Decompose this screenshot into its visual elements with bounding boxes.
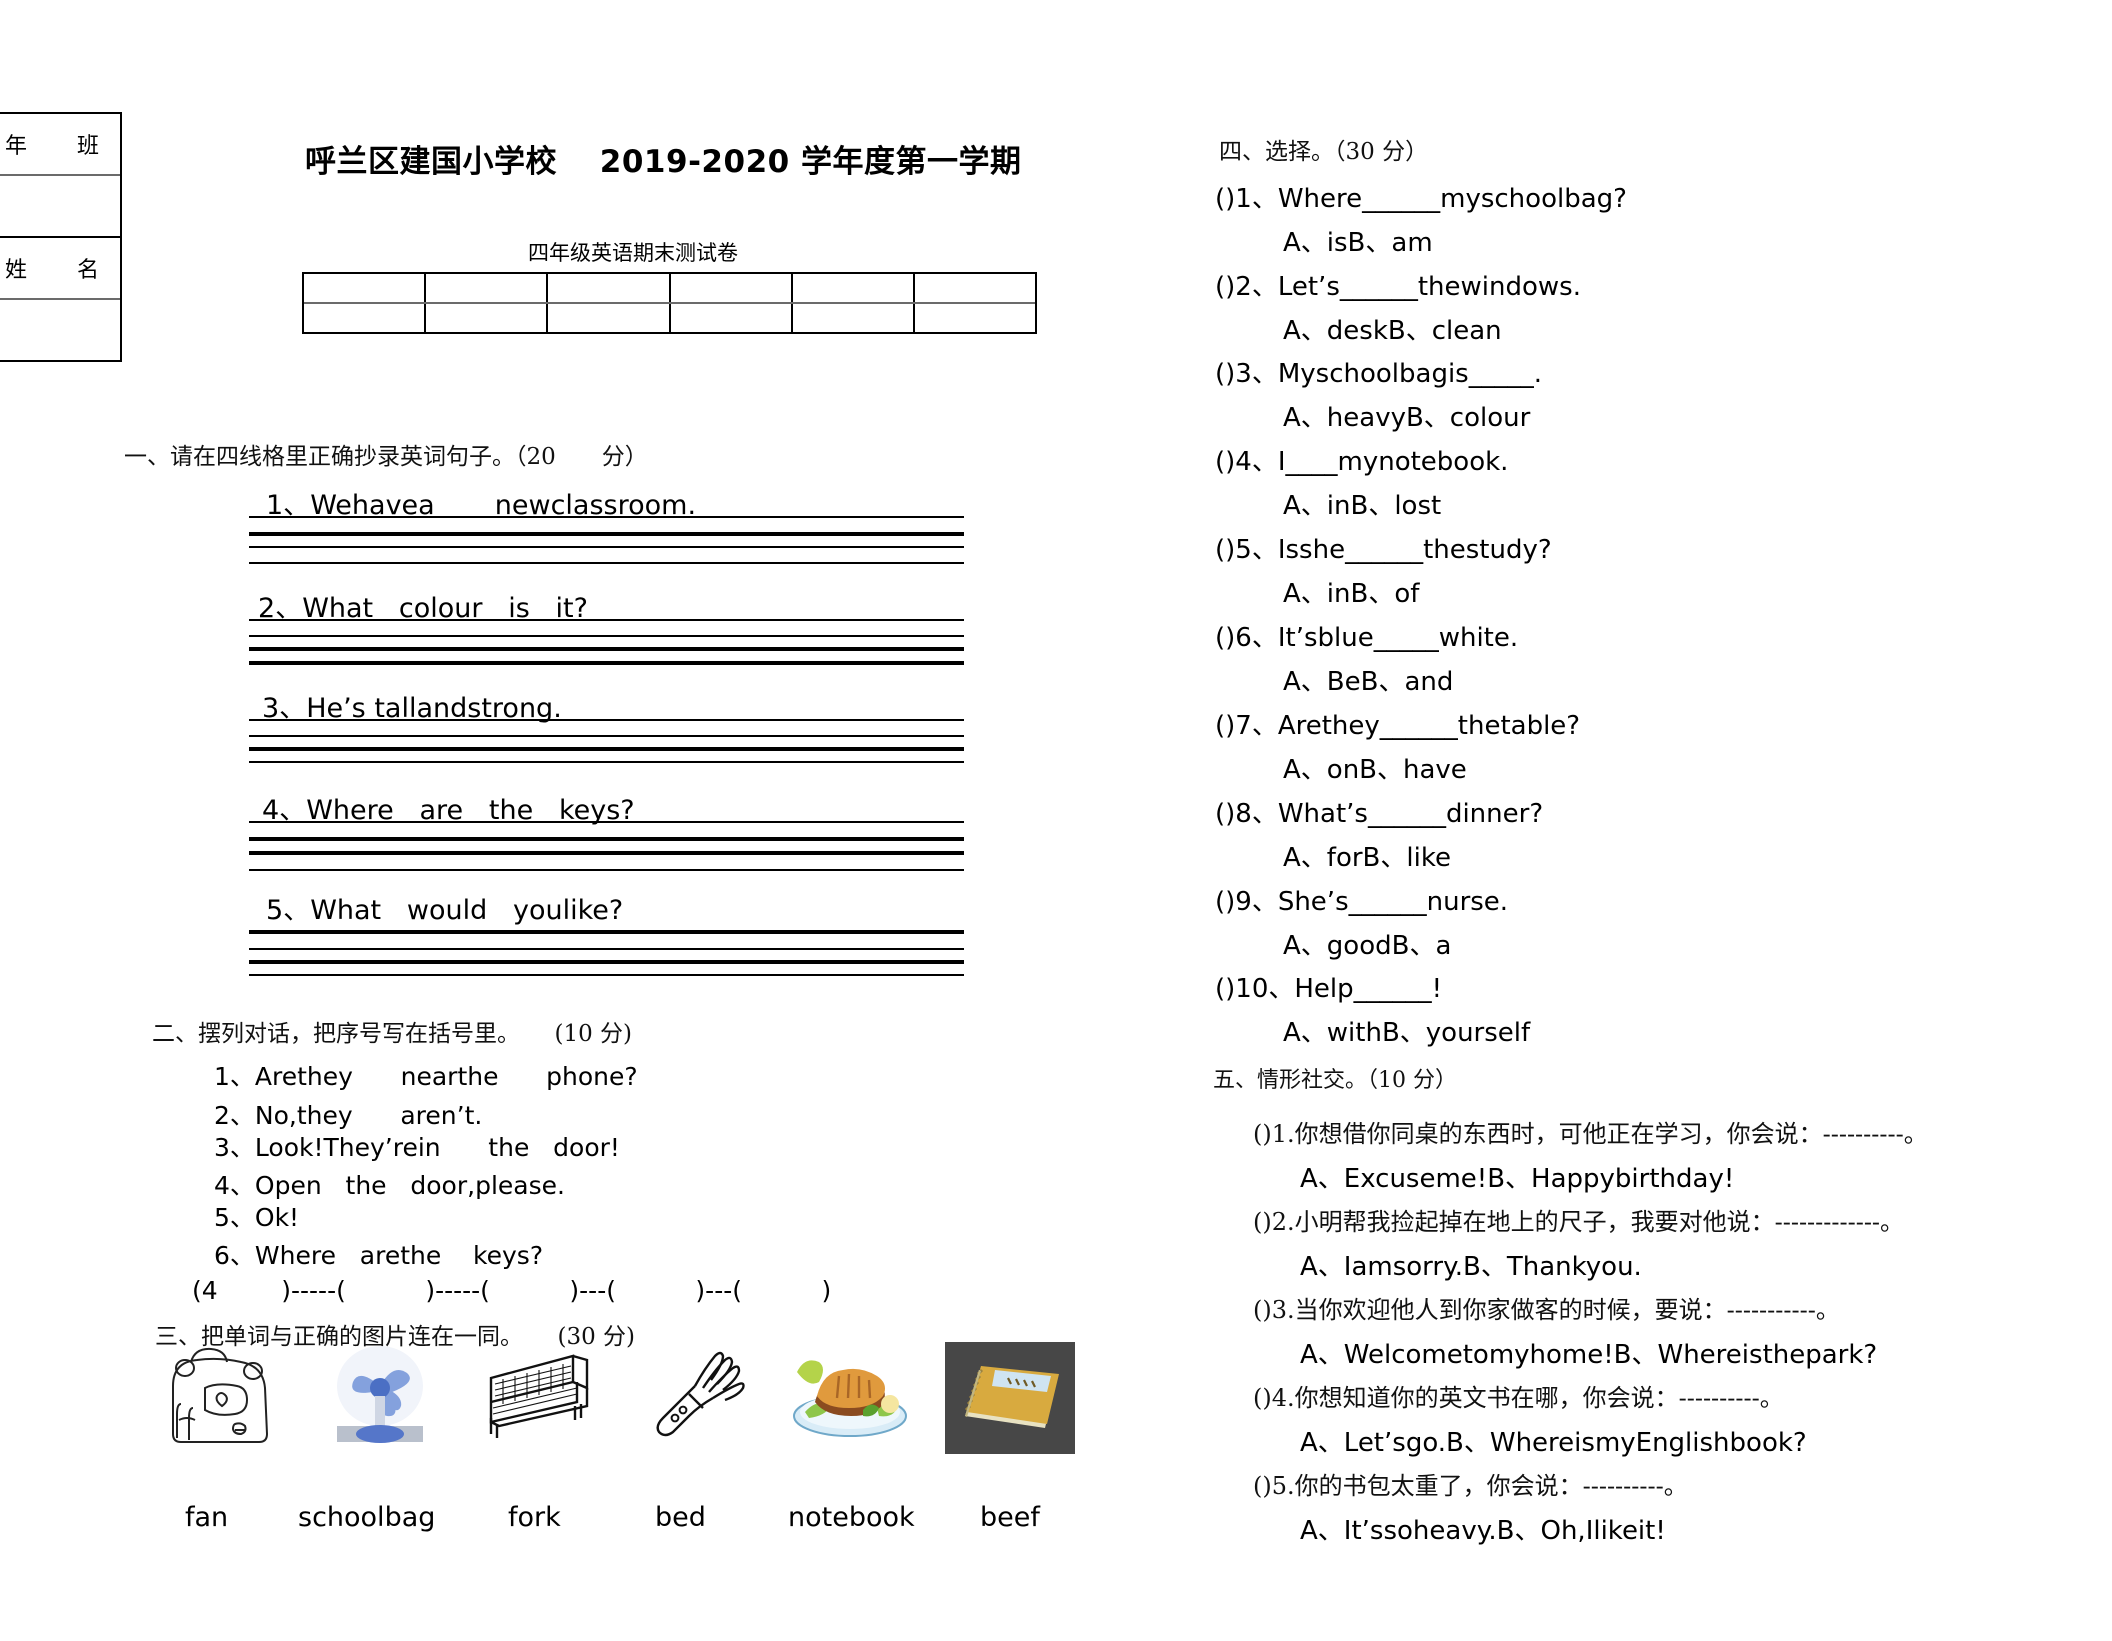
score-table-row: [304, 274, 1035, 304]
score-cell[interactable]: [548, 274, 671, 302]
four-line-grid-3[interactable]: [249, 719, 964, 763]
section4-options-9[interactable]: A、goodB、a: [1283, 925, 1451, 962]
section5-question-3[interactable]: ()3.当你欢迎他人到你家做客的时候，要说：-----------。: [1253, 1290, 1840, 1325]
grid-rule: [249, 974, 964, 976]
score-table: [302, 272, 1037, 334]
section4-options-8[interactable]: A、forB、like: [1283, 837, 1451, 874]
info-label-name: 姓 名: [4, 258, 113, 283]
section4-options-4[interactable]: A、inB、lost: [1283, 485, 1441, 522]
section4-question-3[interactable]: ()3、Myschoolbagis_____.: [1215, 353, 1542, 390]
section2-heading: 二、摆列对话，把序号写在括号里。 (10 分): [152, 1021, 633, 1047]
section5-question-5[interactable]: ()5.你的书包太重了，你会说：----------。: [1253, 1466, 1688, 1501]
section2-item-5: 5、Ok!: [214, 1203, 300, 1232]
section5-options-5[interactable]: A、It’ssoheavy.B、Oh,Ilikeit!: [1300, 1510, 1666, 1547]
section4-question-10[interactable]: ()10、Help______!: [1215, 968, 1442, 1005]
notebook-picture[interactable]: [945, 1338, 1075, 1468]
page-subtitle: 四年级英语期末测试卷: [528, 241, 738, 265]
exam-paper-page: 年 班 姓 名 呼兰区建国小学校 2019-2020 学年度第一学期 四年级英语…: [0, 0, 2112, 1641]
section3-word-bed[interactable]: bed: [655, 1502, 706, 1533]
section5-question-4[interactable]: ()4.你想知道你的英文书在哪，你会说：----------。: [1253, 1378, 1784, 1413]
section2-answer-line[interactable]: (4 )-----( )-----( )---( )---( ): [192, 1276, 831, 1305]
score-cell[interactable]: [426, 274, 549, 302]
section4-options-2[interactable]: A、deskB、clean: [1283, 310, 1502, 347]
section1-sentence-5: 5、What would youlike?: [266, 888, 623, 927]
bed-picture[interactable]: [477, 1338, 607, 1468]
score-cell[interactable]: [915, 274, 1035, 302]
section4-question-1[interactable]: ()1、Where______myschoolbag?: [1215, 178, 1627, 215]
info-row-name: 姓 名: [0, 238, 120, 300]
section4-heading: 四、选择。（30 分）: [1219, 139, 1429, 165]
section2-item-6: 6、Where arethe keys?: [214, 1241, 544, 1270]
score-cell[interactable]: [793, 304, 915, 332]
score-cell[interactable]: [915, 304, 1035, 332]
section3-word-beef[interactable]: beef: [980, 1502, 1040, 1533]
info-row-name-blank[interactable]: [0, 300, 120, 360]
section5-question-2[interactable]: ()2.小明帮我捡起掉在地上的尺子，我要对他说：-------------。: [1253, 1202, 1904, 1237]
section2-item-3: 3、Look!They’rein the door!: [214, 1133, 620, 1162]
grid-rule: [249, 869, 964, 871]
four-line-grid-5[interactable]: [249, 930, 964, 976]
section5-options-4[interactable]: A、Let’sgo.B、WhereismyEnglishbook?: [1300, 1422, 1807, 1459]
score-cell[interactable]: [304, 274, 427, 302]
section1-heading: 一、请在四线格里正确抄录英词句子。（20 分）: [124, 444, 648, 470]
section5-options-2[interactable]: A、Iamsorry.B、Thankyou.: [1300, 1246, 1642, 1283]
section3-picture-row: [155, 1338, 1095, 1528]
section4-options-5[interactable]: A、inB、of: [1283, 573, 1419, 610]
student-info-box: 年 班 姓 名: [0, 112, 122, 362]
section3-word-notebook[interactable]: notebook: [788, 1502, 915, 1533]
s1-num-5: 5、: [266, 895, 311, 926]
section5-options-3[interactable]: A、Welcometomyhome!B、Whereisthepark?: [1300, 1334, 1877, 1371]
section4-question-5[interactable]: ()5、Isshe______thestudy?: [1215, 529, 1552, 566]
info-row-class-blank[interactable]: [0, 176, 120, 238]
section3-word-fork[interactable]: fork: [508, 1502, 561, 1533]
score-table-row: [304, 304, 1035, 332]
section5-heading: 五、情形社交。（10 分）: [1213, 1068, 1457, 1093]
four-line-grid-2[interactable]: [249, 619, 964, 665]
section4-question-4[interactable]: ()4、I____mynotebook.: [1215, 441, 1508, 478]
section4-question-9[interactable]: ()9、She’s______nurse.: [1215, 881, 1508, 918]
section4-question-2[interactable]: ()2、Let’s______thewindows.: [1215, 266, 1581, 303]
page-title: 呼兰区建国小学校 2019-2020 学年度第一学期: [305, 144, 1022, 180]
section4-question-7[interactable]: ()7、Arethey______thetable?: [1215, 705, 1580, 742]
section5-options-1[interactable]: A、Excuseme!B、Happybirthday!: [1300, 1158, 1734, 1195]
score-cell[interactable]: [304, 304, 427, 332]
section2-item-1: 1、Arethey nearthe phone?: [214, 1062, 638, 1091]
section4-options-10[interactable]: A、withB、yourself: [1283, 1012, 1530, 1049]
fork-picture[interactable]: [633, 1338, 763, 1468]
grid-rule: [249, 761, 964, 763]
section3-word-schoolbag[interactable]: schoolbag: [298, 1502, 435, 1533]
score-cell[interactable]: [426, 304, 549, 332]
section4-options-3[interactable]: A、heavyB、colour: [1283, 397, 1530, 434]
section4-options-7[interactable]: A、onB、have: [1283, 749, 1467, 786]
four-line-grid-1[interactable]: [249, 516, 964, 564]
schoolbag-picture[interactable]: [155, 1338, 285, 1468]
section4-options-1[interactable]: A、isB、am: [1283, 222, 1433, 259]
section5-question-1[interactable]: ()1.你想借你同桌的东西时，可他正在学习，你会说：----------。: [1253, 1114, 1928, 1149]
s1-text-5: What would youlike?: [310, 895, 624, 926]
section4-question-8[interactable]: ()8、What’s______dinner?: [1215, 793, 1543, 830]
beef-picture[interactable]: [785, 1338, 915, 1468]
section2-item-4: 4、Open the door,please.: [214, 1171, 565, 1200]
score-cell[interactable]: [793, 274, 915, 302]
fan-picture[interactable]: [315, 1338, 445, 1468]
score-cell[interactable]: [548, 304, 671, 332]
section4-question-6[interactable]: ()6、It’sblue_____white.: [1215, 617, 1518, 654]
info-label-class: 年 班: [4, 134, 113, 159]
section4-options-6[interactable]: A、BeB、and: [1283, 661, 1453, 698]
score-cell[interactable]: [671, 274, 793, 302]
score-cell[interactable]: [671, 304, 793, 332]
grid-rule: [249, 661, 964, 665]
grid-rule: [249, 562, 964, 564]
four-line-grid-4[interactable]: [249, 821, 964, 871]
info-row-class: 年 班: [0, 114, 120, 176]
section3-word-fan[interactable]: fan: [185, 1502, 228, 1533]
section2-item-2: 2、No,they aren’t.: [214, 1101, 483, 1130]
